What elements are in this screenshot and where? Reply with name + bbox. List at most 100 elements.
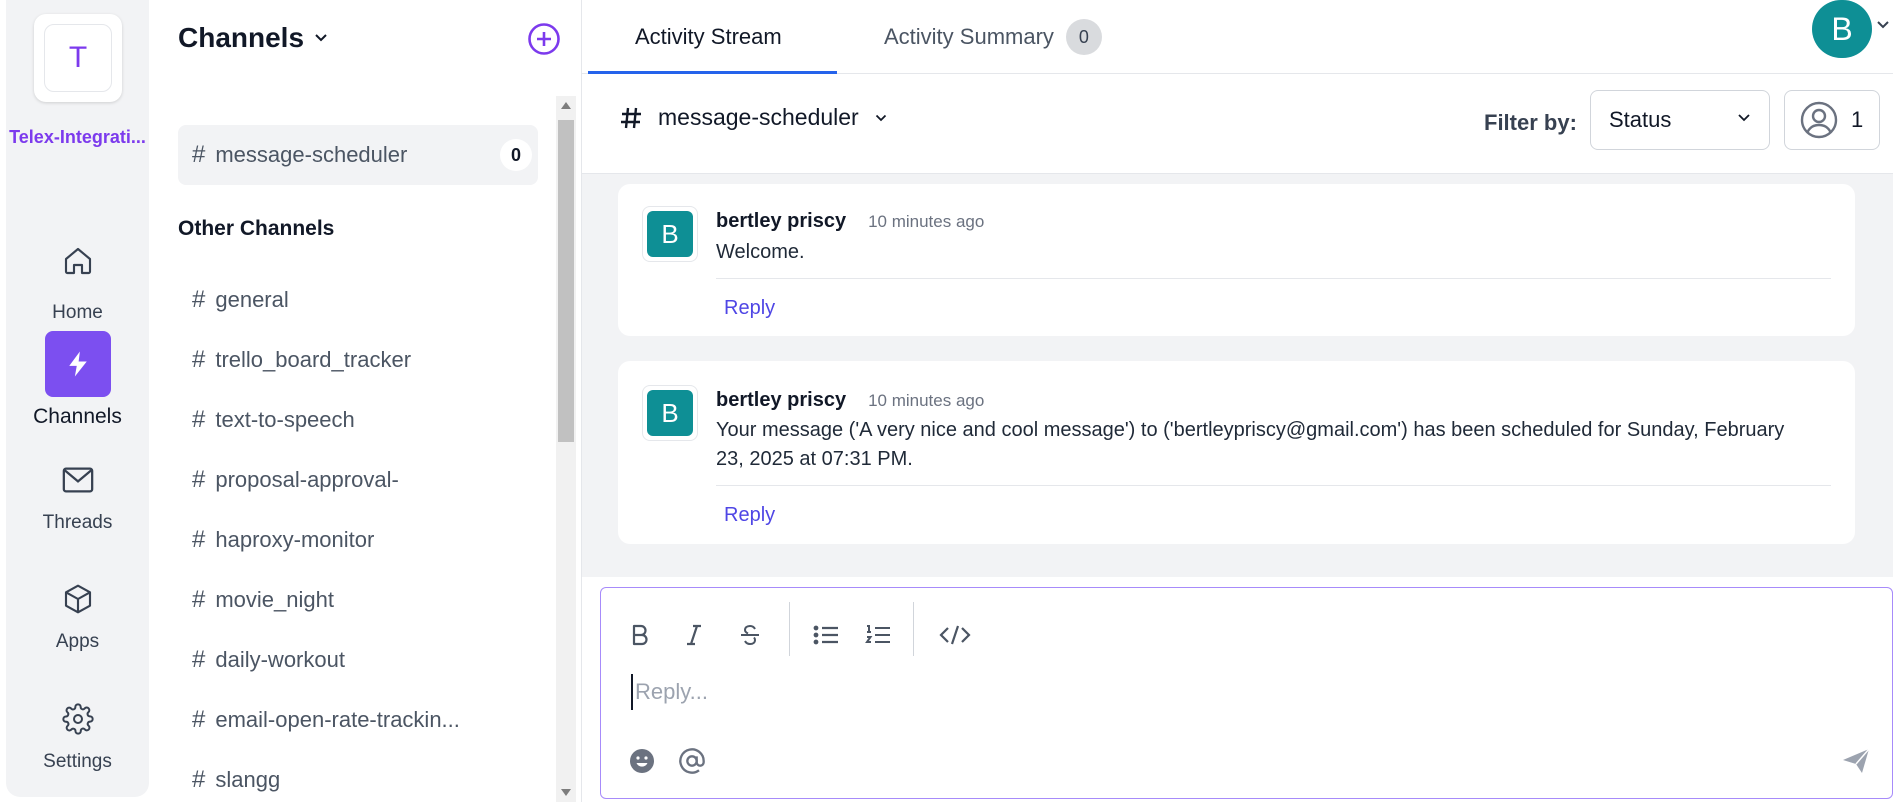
message-header: bertley priscy 10 minutes ago [716,389,984,412]
avatar[interactable]: B [642,385,698,441]
sidebar-item-channel[interactable]: # slangg [192,750,460,802]
send-icon[interactable] [1841,746,1871,776]
add-channel-icon[interactable] [527,22,561,56]
chevron-down-icon [1738,114,1750,122]
message-body: Welcome. [716,241,805,263]
hash-icon [621,107,641,128]
tab-activity-summary[interactable]: Activity Summary 0 [884,0,1102,74]
hash-icon: # [192,586,206,613]
tab-label: Activity Summary [884,24,1054,49]
rail-item-threads[interactable]: Threads [6,456,149,534]
sidebar-item-channel[interactable]: # general [192,270,460,330]
hash-icon: # [192,706,206,733]
sidebar-item-channel[interactable]: # text-to-speech [192,390,460,450]
channel-name: email-open-rate-trackin... [215,707,460,732]
reply-link[interactable]: Reply [724,504,775,527]
hash-icon: # [192,141,206,168]
chevron-down-icon[interactable] [1876,20,1890,30]
toolbar-divider [913,602,914,656]
rail-label-apps: Apps [55,631,100,652]
mail-icon [45,456,111,504]
toolbar-divider [789,602,790,656]
tab-label: Activity Stream [635,24,782,49]
workspace-logo[interactable]: T [34,14,122,102]
message-author[interactable]: bertley priscy [716,210,846,232]
channel-title-dropdown[interactable]: message-scheduler [620,104,887,131]
channels-dropdown[interactable]: Channels [178,22,328,54]
scroll-down-icon[interactable] [561,789,571,796]
user-circle-icon [1800,101,1838,139]
chevron-down-icon [315,34,327,42]
chevron-down-icon [875,114,886,121]
reply-link[interactable]: Reply [724,297,775,320]
channel-title: message-scheduler [658,104,859,130]
divider [716,485,1831,486]
cube-icon [45,575,111,623]
sidebar-item-channel[interactable]: # daily-workout [192,630,460,690]
rail-item-settings[interactable]: Settings [6,695,149,773]
filter-value: Status [1609,107,1672,132]
sidebar-title: Channels [178,22,305,53]
avatar-initial: B [647,390,693,436]
home-icon [45,228,111,294]
message-author[interactable]: bertley priscy [716,389,846,411]
strikethrough-icon[interactable] [735,620,765,650]
message-header: bertley priscy 10 minutes ago [716,210,984,233]
status-filter-select[interactable]: Status [1590,90,1770,150]
message-card: B bertley priscy 10 minutes ago Welcome. … [618,184,1855,336]
message-timestamp: 10 minutes ago [868,212,985,231]
avatar[interactable]: B [642,206,698,262]
reply-input[interactable] [631,674,1781,710]
lightning-icon [44,331,111,397]
hash-icon: # [192,286,206,313]
divider [716,278,1831,279]
rail-item-channels[interactable]: Channels [6,331,149,429]
code-icon[interactable] [937,620,973,650]
summary-count-badge: 0 [1065,19,1102,55]
rail-item-apps[interactable]: Apps [6,575,149,653]
hash-icon: # [192,406,206,433]
channel-name: trello_board_tracker [215,347,412,372]
workspace-name[interactable]: Telex-Integrati... [6,125,149,149]
sidebar-item-channel[interactable]: # email-open-rate-trackin... [192,690,460,750]
reply-composer [600,587,1893,799]
members-button[interactable]: 1 [1784,90,1880,150]
sidebar-item-channel[interactable]: # movie_night [192,570,460,630]
user-avatar[interactable]: B [1812,0,1872,58]
rail-item-home[interactable]: Home [6,228,149,324]
channel-name: daily-workout [215,647,345,672]
channel-name: slangg [215,767,281,792]
bullet-list-icon[interactable] [811,620,841,650]
scroll-up-icon[interactable] [561,102,571,109]
other-channels-heading: Other Channels [178,217,335,240]
gear-icon [45,695,111,743]
emoji-icon[interactable] [627,746,657,776]
activity-feed[interactable]: B bertley priscy 10 minutes ago Welcome. … [582,174,1893,577]
other-channels-list: # general # trello_board_tracker # text-to-… [192,270,460,802]
italic-icon[interactable] [679,620,709,650]
sidebar-item-channel[interactable]: # proposal-approval- [192,450,460,510]
filter-label: Filter by: [1484,110,1577,135]
hash-icon: # [192,346,206,373]
tab-activity-stream[interactable]: Activity Stream [635,0,782,74]
channel-header: message-scheduler Filter by: Status 1 [582,74,1893,174]
mention-icon[interactable] [677,746,707,776]
message-body: Your message ('A very nice and cool mess… [716,419,1785,470]
message-timestamp: 10 minutes ago [868,391,985,410]
rail-label-threads: Threads [42,512,113,533]
message-card: B bertley priscy 10 minutes ago Your mess… [618,361,1855,544]
member-count: 1 [1851,107,1864,132]
channel-name: text-to-speech [215,407,355,432]
hash-icon: # [192,466,206,493]
sidebar-scrollbar[interactable] [556,96,576,802]
bold-icon[interactable] [625,620,655,650]
channel-name: message-scheduler [215,142,408,167]
sidebar-item-channel[interactable]: # trello_board_tracker [192,330,460,390]
rail-label-home: Home [52,302,103,323]
sidebar-item-selected-channel[interactable]: # message-scheduler 0 [178,125,538,185]
hash-icon: # [192,646,206,673]
sidebar-item-channel[interactable]: # haproxy-monitor [192,510,460,570]
scrollbar-thumb[interactable] [558,120,574,442]
rail-label-settings: Settings [43,751,112,772]
numbered-list-icon[interactable] [863,620,893,650]
